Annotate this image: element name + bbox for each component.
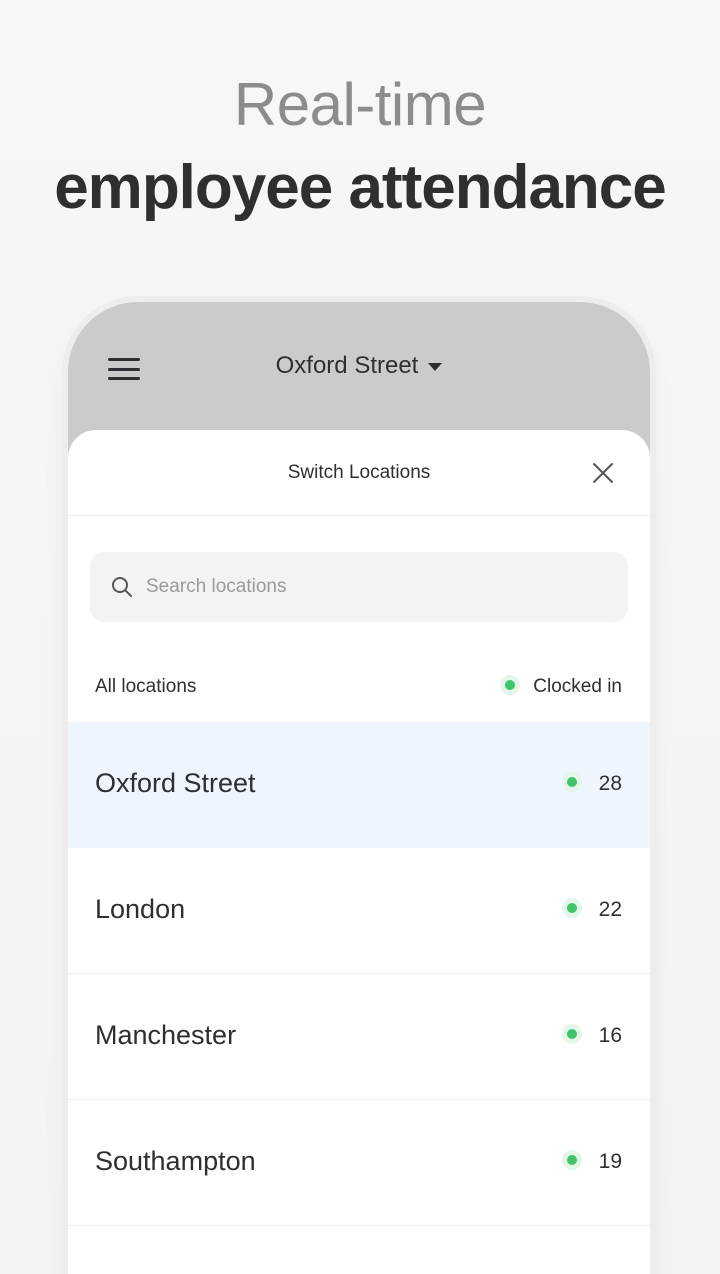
status-dot-icon: [566, 777, 577, 788]
headline-light: Real-time: [233, 71, 487, 138]
sheet-title: Switch Locations: [287, 462, 431, 483]
location-selector[interactable]: Oxford Street: [68, 352, 650, 380]
location-row-london[interactable]: London 22: [68, 848, 650, 974]
caret-down-icon: [428, 362, 443, 371]
current-location: Oxford Street: [275, 352, 419, 379]
clocked-in-count: 22: [566, 898, 622, 922]
count-value: 16: [598, 1024, 622, 1047]
search-input[interactable]: [146, 552, 606, 622]
clocked-in-label: Clocked in: [533, 676, 622, 697]
clocked-in-count: 19: [566, 1150, 622, 1174]
close-icon[interactable]: [592, 462, 614, 484]
phone-frame: Oxford Street Switch Locations All locat: [68, 302, 650, 1274]
count-value: 28: [598, 772, 622, 795]
headline-bold: employee attendance: [54, 153, 667, 222]
clocked-in-count: 16: [566, 1024, 622, 1048]
status-dot-icon: [566, 903, 577, 914]
location-name: London: [95, 894, 186, 924]
app-header: Oxford Street: [68, 302, 650, 432]
location-row-southampton[interactable]: Southampton 19: [68, 1100, 650, 1226]
location-list: Oxford Street 28 London 22 Manchester 16: [68, 722, 650, 1226]
location-name: Manchester: [95, 1020, 237, 1050]
clocked-in-count: 28: [566, 772, 622, 796]
location-row-oxford-street[interactable]: Oxford Street 28: [68, 722, 650, 848]
status-dot-icon: [566, 1155, 577, 1166]
sheet-header: Switch Locations: [68, 430, 650, 516]
search-icon: [112, 577, 132, 597]
count-value: 22: [598, 898, 622, 921]
location-row-manchester[interactable]: Manchester 16: [68, 974, 650, 1100]
all-locations-label: All locations: [95, 676, 197, 697]
switch-locations-sheet: Switch Locations All locations Clocked i…: [68, 430, 650, 1274]
clocked-in-legend: Clocked in: [505, 676, 622, 698]
count-value: 19: [598, 1150, 622, 1173]
location-name: Oxford Street: [95, 768, 256, 798]
status-dot-icon: [566, 1029, 577, 1040]
search-bar[interactable]: [90, 552, 628, 622]
list-header: All locations Clocked in: [68, 668, 650, 708]
page: Real-time employee attendance Oxford Str…: [0, 0, 720, 1274]
location-name: Southampton: [95, 1146, 256, 1176]
status-dot-icon: [505, 679, 516, 690]
